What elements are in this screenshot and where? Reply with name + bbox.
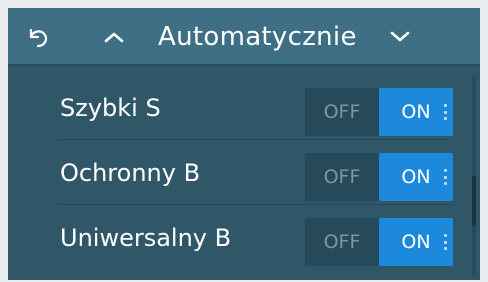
toggle-switch[interactable]: OFF ON [305, 88, 453, 136]
program-label: Szybki S [60, 94, 161, 122]
toggle-switch[interactable]: OFF ON [305, 218, 453, 266]
program-row-uniwersalny: Uniwersalny B OFF ON [8, 206, 468, 270]
screen: Automatycznie Szybki S OFF ON Ochronny B [8, 8, 480, 280]
divider [58, 139, 448, 140]
header-bar: Automatycznie [8, 8, 480, 66]
toggle-off-segment[interactable]: OFF [305, 153, 379, 201]
toggle-on-segment[interactable]: ON [379, 153, 453, 201]
dropdown-button[interactable] [376, 8, 424, 66]
toggle-off-segment[interactable]: OFF [305, 88, 379, 136]
back-icon [29, 28, 48, 48]
toggle-on-label: ON [401, 166, 431, 188]
grip-icon [444, 234, 447, 250]
program-label: Uniwersalny B [60, 224, 232, 252]
program-label: Ochronny B [60, 159, 201, 187]
toggle-switch[interactable]: OFF ON [305, 153, 453, 201]
toggle-on-segment[interactable]: ON [379, 88, 453, 136]
scroll-up-button[interactable] [90, 8, 138, 66]
divider [58, 204, 448, 205]
back-button[interactable] [14, 8, 62, 66]
grip-icon [444, 104, 447, 120]
scrollbar-thumb[interactable] [472, 176, 476, 226]
grip-icon [444, 169, 447, 185]
program-row-szybki: Szybki S OFF ON [8, 76, 468, 140]
toggle-on-segment[interactable]: ON [379, 218, 453, 266]
chevron-up-icon [104, 32, 124, 43]
toggle-on-label: ON [401, 101, 431, 123]
chevron-down-icon [390, 31, 410, 42]
toggle-off-segment[interactable]: OFF [305, 218, 379, 266]
program-row-ochronny: Ochronny B OFF ON [8, 141, 468, 205]
toggle-on-label: ON [401, 231, 431, 253]
device-frame: Automatycznie Szybki S OFF ON Ochronny B [0, 0, 488, 282]
page-title: Automatycznie [158, 22, 357, 52]
